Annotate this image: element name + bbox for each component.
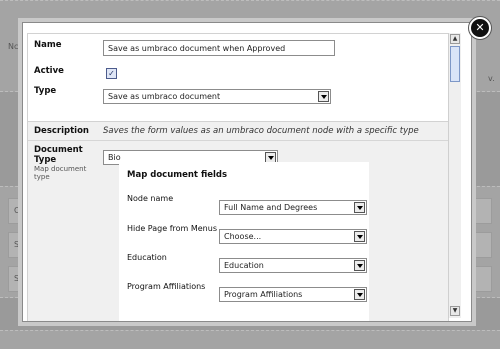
dropdown-arrow-icon bbox=[354, 289, 365, 300]
dropdown-arrow-icon bbox=[354, 231, 365, 242]
workflow-basic-settings: Name Save as umbraco document when Appro… bbox=[27, 33, 449, 135]
workflow-type-settings: Description Saves the form values as an … bbox=[27, 121, 449, 321]
workflow-dialog: Name Save as umbraco document when Appro… bbox=[22, 22, 472, 322]
dropdown-arrow-icon bbox=[354, 260, 365, 271]
dropdown-arrow-icon bbox=[354, 202, 365, 213]
background-text: v. bbox=[488, 74, 495, 83]
map-field-select[interactable]: Full Name and Degrees bbox=[219, 200, 367, 215]
map-field-value: Choose... bbox=[224, 232, 262, 241]
name-label: Name bbox=[34, 40, 62, 50]
name-input[interactable]: Save as umbraco document when Approved bbox=[103, 40, 335, 56]
background-panel-bottom bbox=[0, 330, 500, 349]
map-field-label: Node name bbox=[127, 194, 174, 203]
description-text: Saves the form values as an umbraco docu… bbox=[103, 126, 419, 136]
scrollbar-thumb[interactable] bbox=[450, 46, 460, 82]
type-select[interactable]: Save as umbraco document bbox=[103, 89, 331, 104]
map-field-select[interactable]: Education bbox=[219, 258, 367, 273]
map-field-value: Full Name and Degrees bbox=[224, 203, 318, 212]
description-label: Description bbox=[34, 126, 89, 136]
scroll-down-icon[interactable]: ▼ bbox=[450, 306, 460, 316]
type-select-value: Save as umbraco document bbox=[108, 92, 221, 101]
document-type-hint: type bbox=[34, 173, 50, 181]
background-row bbox=[472, 232, 492, 258]
map-fields-title: Map document fields bbox=[127, 170, 228, 180]
map-field-label: Hide Page from Menus bbox=[127, 224, 217, 233]
document-type-hint: Map document bbox=[34, 165, 87, 173]
type-label: Type bbox=[34, 86, 57, 96]
map-field-value: Program Affiliations bbox=[224, 290, 303, 299]
background-row bbox=[472, 198, 492, 224]
map-field-label: Education bbox=[127, 253, 167, 262]
map-field-value: Education bbox=[224, 261, 264, 270]
document-type-value: Bio bbox=[108, 153, 121, 162]
background-text: Nc bbox=[8, 42, 19, 51]
map-field-select[interactable]: Program Affiliations bbox=[219, 287, 367, 302]
background-row bbox=[472, 266, 492, 292]
map-field-select[interactable]: Choose... bbox=[219, 229, 367, 244]
scroll-up-icon[interactable]: ▲ bbox=[450, 34, 460, 44]
active-label: Active bbox=[34, 66, 64, 76]
map-field-label: Program Affiliations bbox=[127, 282, 206, 291]
dialog-scrollbar[interactable]: ▲ ▼ bbox=[448, 33, 461, 318]
map-document-fields-panel: Map document fields Node name Full Name … bbox=[119, 162, 369, 321]
dropdown-arrow-icon bbox=[318, 91, 329, 102]
checkmark-icon: ✓ bbox=[108, 69, 115, 78]
close-icon[interactable]: ✕ bbox=[469, 17, 491, 39]
description-row: Description Saves the form values as an … bbox=[28, 122, 448, 141]
active-checkbox[interactable]: ✓ bbox=[106, 68, 117, 79]
document-type-label: Document bbox=[34, 145, 83, 155]
document-type-label: Type bbox=[34, 155, 57, 165]
